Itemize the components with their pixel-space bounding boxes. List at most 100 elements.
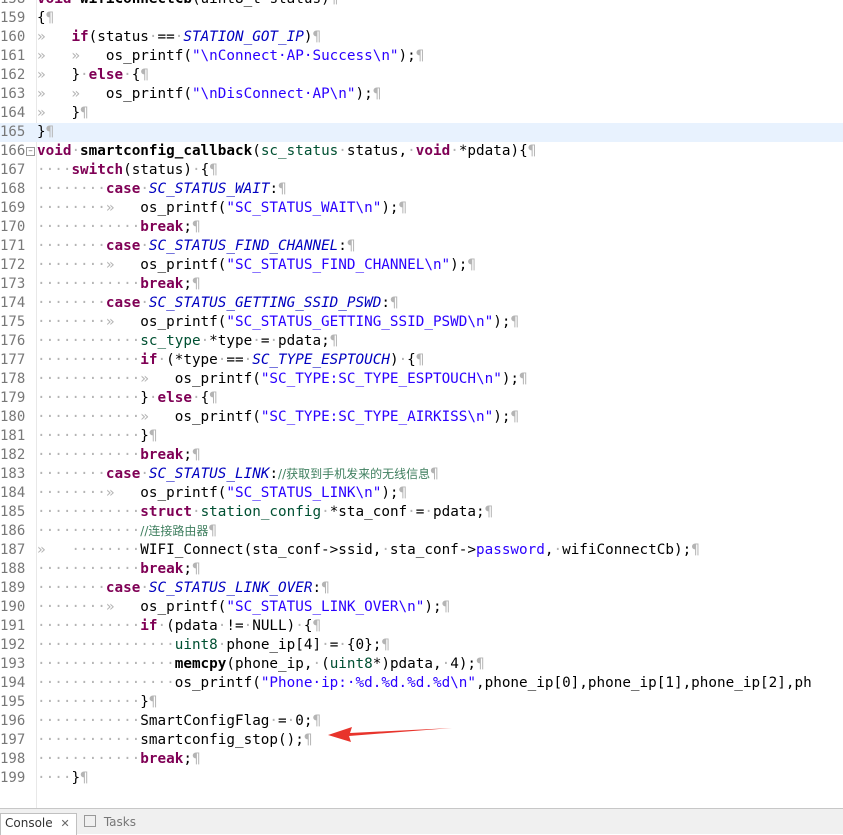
line-number: 176 <box>0 333 26 349</box>
code-line[interactable]: 180 ············» os_printf("SC_TYPE:SC_T… <box>0 408 843 427</box>
code-line[interactable]: 181 ············}¶ <box>0 427 843 446</box>
code-token: · <box>321 504 330 520</box>
code-token: · <box>243 618 253 634</box>
code-line[interactable]: 174 ········case·SC_STATUS_GETTING_SSID_P… <box>0 294 843 313</box>
code-token: break <box>140 561 184 577</box>
code-line[interactable]: 178 ············» os_printf("SC_TYPE:SC_T… <box>0 370 843 389</box>
line-number: 193 <box>0 656 26 672</box>
code-line[interactable]: 175 ········» os_printf("SC_STATUS_GETTIN… <box>0 313 843 332</box>
code-line[interactable]: 161 » » os_printf("\nConnect·AP·Success\n… <box>0 47 843 66</box>
code-line[interactable]: 195 ············}¶ <box>0 693 843 712</box>
code-line[interactable]: 184 ········» os_printf("SC_STATUS_LINK\n… <box>0 484 843 503</box>
code-token: case <box>105 181 141 197</box>
code-text: ············SmartConfigFlag·=·0;¶ <box>37 712 321 731</box>
code-line[interactable]: 198 ············break;¶ <box>0 750 843 769</box>
line-number: 178 <box>0 371 26 387</box>
code-token: ············» <box>37 371 175 387</box>
code-line[interactable]: 199 ····}¶ <box>0 769 843 788</box>
code-line[interactable]: 177 ············if·(*type·==·SC_TYPE_ESPT… <box>0 351 843 370</box>
code-token: · <box>71 0 80 7</box>
code-token: ················ <box>37 675 175 691</box>
code-line[interactable]: 162 » }·else·{¶ <box>0 66 843 85</box>
code-line[interactable]: 159 {¶ <box>0 9 843 28</box>
fold-toggle-icon[interactable]: − <box>26 147 35 156</box>
code-token: ········» <box>37 599 141 615</box>
code-token: ; <box>183 219 192 235</box>
code-line[interactable]: 170 ············break;¶ <box>0 218 843 237</box>
code-token: ¶ <box>191 276 201 292</box>
code-line[interactable]: 169 ········» os_printf("SC_STATUS_WAIT\n… <box>0 199 843 218</box>
code-token: ¶ <box>303 732 313 748</box>
code-token: ········ <box>37 181 106 197</box>
code-line[interactable]: 194 ················os_printf("Phone·ip:·… <box>0 674 843 693</box>
line-number: 172 <box>0 257 26 273</box>
code-token: · <box>295 618 304 634</box>
code-token: ; <box>183 751 192 767</box>
line-number: 188 <box>0 561 26 577</box>
code-token: ¶ <box>191 447 201 463</box>
code-line[interactable]: 165}¶ <box>0 123 843 142</box>
code-line[interactable]: 196 ············SmartConfigFlag·=·0;¶ <box>0 712 843 731</box>
code-line[interactable]: 164 » }¶ <box>0 104 843 123</box>
line-number: 170 <box>0 219 26 235</box>
code-line[interactable]: 158void·wifiConnectCb(uint8_t·status)¶ <box>0 0 843 9</box>
code-line[interactable]: 187 » ········WIFI_Connect(sta_conf->ssid… <box>0 541 843 560</box>
code-line[interactable]: 166− void·smartconfig_callback(sc_status·… <box>0 142 843 161</box>
code-token: == <box>226 352 244 368</box>
code-token: · <box>553 542 563 558</box>
code-token: ¶ <box>398 485 408 501</box>
code-token: == <box>157 29 175 45</box>
code-line[interactable]: 179 ············}·else·{¶ <box>0 389 843 408</box>
code-line[interactable]: 185 ············struct·station_config·*st… <box>0 503 843 522</box>
code-token: ¶ <box>80 770 89 786</box>
code-line[interactable]: 160» if(status·==·STATION_GOT_IP)¶ <box>0 28 843 47</box>
code-line[interactable]: 167 ····switch(status)·{¶ <box>0 161 843 180</box>
line-number: 161 <box>0 48 26 64</box>
code-token: · <box>140 580 149 596</box>
code-token: · <box>407 504 416 520</box>
code-token: » » <box>37 86 106 102</box>
code-token: ············ <box>37 751 141 767</box>
code-line[interactable]: 182 ············break;¶ <box>0 446 843 465</box>
code-text: ········case·SC_STATUS_LINK_OVER:¶ <box>37 579 330 598</box>
code-token: · <box>157 352 167 368</box>
code-line[interactable]: 188 ············break;¶ <box>0 560 843 579</box>
code-text: » }¶ <box>37 104 89 123</box>
code-token: SC_TYPE_ESPTOUCH <box>252 352 390 368</box>
code-token: ) <box>389 352 399 368</box>
code-token: · <box>312 656 322 672</box>
code-line[interactable]: 192 ················uint8·phone_ip[4]·=·{… <box>0 636 843 655</box>
code-line[interactable]: 191 ············if·(pdata·!=·NULL)·{¶ <box>0 617 843 636</box>
code-line[interactable]: 197 ············smartconfig_stop();¶ <box>0 731 843 750</box>
code-token: struct <box>140 504 192 520</box>
code-line[interactable]: 193 ················memcpy(phone_ip,·(uin… <box>0 655 843 674</box>
code-line[interactable]: 190 ········» os_printf("SC_STATUS_LINK_O… <box>0 598 843 617</box>
code-token: { <box>200 390 210 406</box>
code-token: ¶ <box>389 295 399 311</box>
code-token: ); <box>493 409 511 425</box>
code-line[interactable]: 172 ········» os_printf("SC_STATUS_FIND_C… <box>0 256 843 275</box>
code-token: wifiConnectCb <box>80 0 192 7</box>
code-line[interactable]: 163 » » os_printf("\nDisConnect·AP\n");¶ <box>0 85 843 104</box>
code-line[interactable]: 173 ············break;¶ <box>0 275 843 294</box>
tab-tasks[interactable]: Tasks <box>84 813 136 834</box>
close-icon[interactable]: ✕ <box>60 817 69 830</box>
tab-console[interactable]: Console ✕ <box>0 813 77 835</box>
code-line[interactable]: 189 ········case·SC_STATUS_LINK_OVER:¶ <box>0 579 843 598</box>
code-editor[interactable]: 158void·wifiConnectCb(uint8_t·status)¶15… <box>0 0 843 808</box>
code-line[interactable]: 183 ········case·SC_STATUS_LINK://获取到手机发来… <box>0 465 843 484</box>
line-number: 163 <box>0 86 26 102</box>
code-token: (phone_ip, <box>226 656 313 672</box>
code-line[interactable]: 186 ············//连接路由器¶ <box>0 522 843 541</box>
line-number: 184 <box>0 485 26 501</box>
line-number: 199 <box>0 770 26 786</box>
code-text: » » os_printf("\nConnect·AP·Success\n");… <box>37 47 424 66</box>
code-line[interactable]: 171 ········case·SC_STATUS_FIND_CHANNEL:¶ <box>0 237 843 256</box>
code-text: void·smartconfig_callback(sc_status·stat… <box>37 142 536 161</box>
code-token: os_printf( <box>174 409 261 425</box>
code-line[interactable]: 176 ············sc_type·*type·=·pdata;¶ <box>0 332 843 351</box>
console-tab-label: Console <box>5 816 53 830</box>
code-line[interactable]: 168 ········case·SC_STATUS_WAIT:¶ <box>0 180 843 199</box>
code-token: » <box>37 67 72 83</box>
code-token: os_printf( <box>140 257 227 273</box>
